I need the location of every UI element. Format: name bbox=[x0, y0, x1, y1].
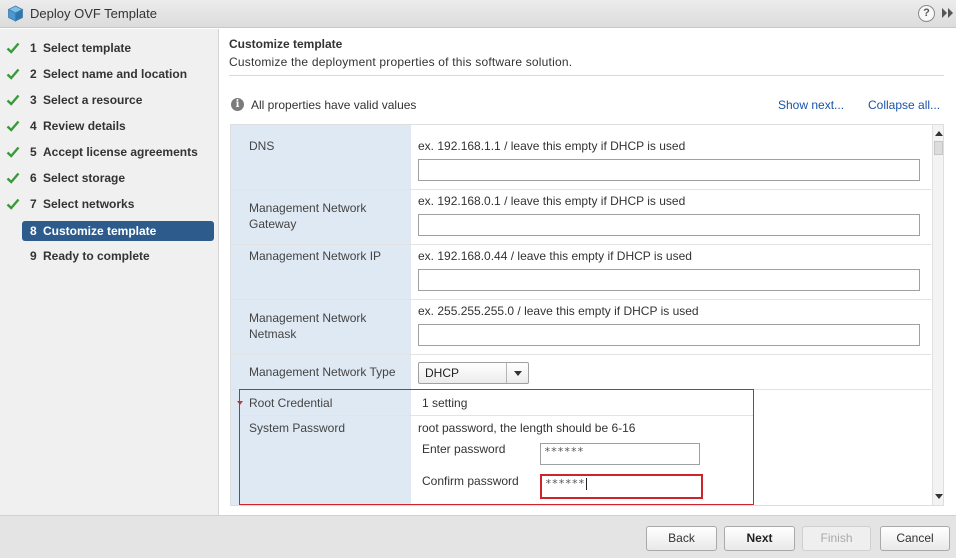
back-button[interactable]: Back bbox=[646, 526, 717, 551]
checkmark-icon bbox=[6, 68, 20, 80]
cancel-button[interactable]: Cancel bbox=[880, 526, 950, 551]
header-divider bbox=[229, 75, 944, 76]
checkmark-icon bbox=[6, 198, 20, 210]
gateway-input[interactable] bbox=[418, 214, 920, 236]
ip-hint: ex. 192.168.0.44 / leave this empty if D… bbox=[418, 249, 692, 263]
step-select-storage[interactable]: 6 Select storage bbox=[22, 168, 214, 188]
show-next-link[interactable]: Show next... bbox=[778, 98, 844, 112]
row-divider bbox=[231, 244, 931, 245]
step-review-details[interactable]: 4 Review details bbox=[22, 116, 214, 136]
validation-status: All properties have valid values bbox=[251, 98, 417, 112]
checkmark-icon bbox=[6, 172, 20, 184]
checkmark-icon bbox=[6, 120, 20, 132]
wizard-steps-sidebar: 1 Select template 2 Select name and loca… bbox=[0, 29, 219, 515]
dns-hint: ex. 192.168.1.1 / leave this empty if DH… bbox=[418, 139, 686, 153]
gateway-hint: ex. 192.168.0.1 / leave this empty if DH… bbox=[418, 194, 686, 208]
collapse-all-link[interactable]: Collapse all... bbox=[868, 98, 940, 112]
netmask-label: Management Network Netmask bbox=[249, 311, 367, 341]
ovf-package-icon bbox=[7, 5, 24, 22]
ip-label: Management Network IP bbox=[249, 249, 382, 263]
row-divider bbox=[231, 299, 931, 300]
vertical-scrollbar[interactable] bbox=[932, 125, 943, 505]
window-title: Deploy OVF Template bbox=[30, 6, 157, 21]
checkmark-icon bbox=[6, 146, 20, 158]
scroll-up-icon[interactable] bbox=[935, 131, 943, 136]
wizard-footer: Back Next Finish Cancel bbox=[0, 515, 956, 558]
finish-button[interactable]: Finish bbox=[802, 526, 871, 551]
step-select-networks[interactable]: 7 Select networks bbox=[22, 194, 214, 214]
help-icon[interactable]: ? bbox=[918, 5, 935, 22]
next-button[interactable]: Next bbox=[724, 526, 795, 551]
title-bar: Deploy OVF Template ? bbox=[0, 0, 956, 28]
ip-input[interactable] bbox=[418, 269, 920, 291]
scroll-thumb[interactable] bbox=[934, 141, 943, 155]
chevron-down-icon bbox=[506, 363, 528, 383]
step-select-name-location[interactable]: 2 Select name and location bbox=[22, 64, 214, 84]
info-icon: i bbox=[231, 98, 244, 111]
netmask-input[interactable] bbox=[418, 324, 920, 346]
netmask-hint: ex. 255.255.255.0 / leave this empty if … bbox=[418, 304, 699, 318]
step-customize-template[interactable]: 8 Customize template bbox=[22, 221, 214, 241]
network-type-select[interactable]: DHCP bbox=[418, 362, 529, 384]
row-divider bbox=[231, 189, 931, 190]
network-type-label: Management Network Type bbox=[249, 365, 396, 379]
row-divider bbox=[231, 354, 931, 355]
checkmark-icon bbox=[6, 42, 20, 54]
scroll-down-icon[interactable] bbox=[935, 494, 943, 499]
page-title: Customize template bbox=[229, 37, 343, 51]
step-select-resource[interactable]: 3 Select a resource bbox=[22, 90, 214, 110]
properties-panel: DNS ex. 192.168.1.1 / leave this empty i… bbox=[230, 124, 944, 506]
dns-input[interactable] bbox=[418, 159, 920, 181]
step-select-template[interactable]: 1 Select template bbox=[22, 38, 214, 58]
double-chevron-right-icon[interactable] bbox=[941, 7, 955, 19]
root-credential-highlight bbox=[239, 389, 754, 505]
page-subtitle: Customize the deployment properties of t… bbox=[229, 55, 573, 69]
gateway-label: Management Network Gateway bbox=[249, 201, 367, 231]
step-ready-to-complete[interactable]: 9 Ready to complete bbox=[22, 246, 214, 266]
step-accept-license[interactable]: 5 Accept license agreements bbox=[22, 142, 214, 162]
dns-label: DNS bbox=[249, 139, 275, 153]
checkmark-icon bbox=[6, 94, 20, 106]
